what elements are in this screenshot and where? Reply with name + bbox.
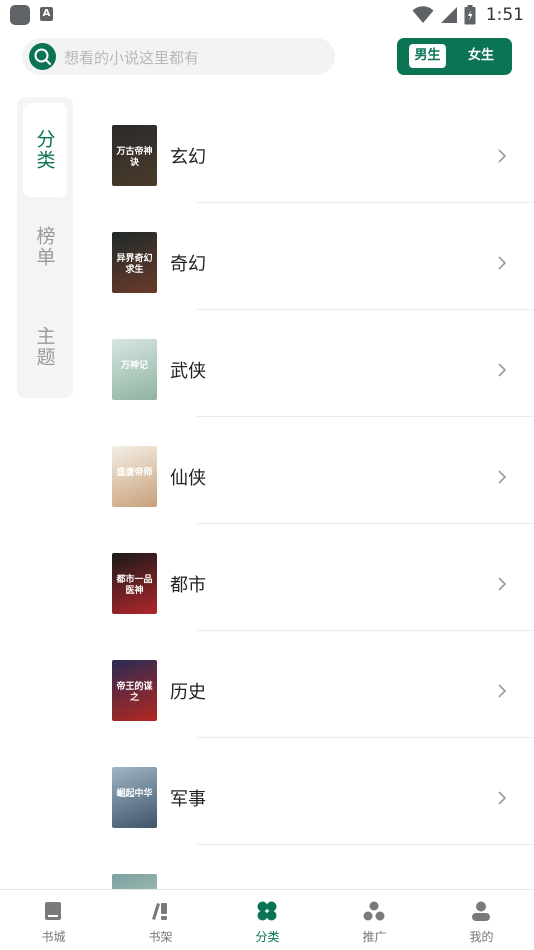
category-row[interactable]: 盛唐帝师 仙侠 [0, 417, 534, 524]
chevron-right-icon [498, 791, 507, 805]
book-cover-image: 帝王的谋之 [112, 660, 157, 721]
nav-bookshelf[interactable]: 书架 [107, 890, 214, 950]
category-row[interactable]: 都市一品医神 都市 [0, 524, 534, 631]
cover-title: 万古帝神诀 [116, 147, 153, 168]
book-cover-image: 万古帝神诀 [112, 125, 157, 186]
cover-title: 异界奇幻求生 [116, 254, 153, 275]
book-cover-image: 万神记 [112, 339, 157, 400]
battery-icon [464, 5, 476, 25]
chevron-right-icon [498, 256, 507, 270]
cover-title: 盛唐帝师 [116, 468, 153, 478]
chevron-right-icon [498, 577, 507, 591]
status-bar: A 1:51 [0, 0, 534, 30]
chevron-right-icon [498, 149, 507, 163]
category-name: 仙侠 [170, 468, 206, 489]
chevron-right-icon [498, 363, 507, 377]
gender-female-button[interactable]: 女生 [465, 44, 497, 68]
signal-icon [440, 7, 457, 23]
status-indicators: 1:51 [412, 3, 524, 27]
cover-title: 帝王的谋之 [116, 682, 153, 703]
gender-toggle: 男生 女生 [397, 38, 512, 75]
category-row[interactable]: 帝王的谋之 历史 [0, 631, 534, 738]
category-name: 军事 [170, 789, 206, 810]
app-notification-icon [10, 5, 30, 25]
user-icon [472, 901, 490, 921]
gender-male-button[interactable]: 男生 [409, 44, 446, 68]
category-icon [257, 901, 277, 921]
nav-label: 推广 [362, 930, 387, 944]
text-notification-icon: A [40, 7, 53, 21]
chevron-right-icon [498, 684, 507, 698]
chevron-right-icon [498, 470, 507, 484]
bottom-nav: 书城 书架 分类 推广 我的 [0, 889, 534, 950]
nav-label: 我的 [469, 930, 494, 944]
cover-title: 万神记 [120, 361, 148, 371]
category-name: 武侠 [170, 361, 206, 382]
bookshelf-icon [152, 903, 167, 920]
book-cover-image: 都市一品医神 [112, 553, 157, 614]
clock: 1:51 [485, 5, 524, 25]
category-row[interactable]: 异界奇幻求生 奇幻 [0, 203, 534, 310]
cover-title: 崛起中华 [116, 789, 153, 799]
category-name: 历史 [170, 682, 206, 703]
category-row[interactable]: 万神记 武侠 [0, 310, 534, 417]
book-cover-image: 崛起中华 [112, 767, 157, 828]
search-bar[interactable]: 想看的小说这里都有 [22, 38, 335, 75]
nav-label: 分类 [255, 930, 280, 944]
search-icon [29, 43, 56, 70]
book-icon [45, 902, 61, 920]
book-cover-image: 盛唐帝师 [112, 446, 157, 507]
nav-profile[interactable]: 我的 [428, 890, 534, 950]
nav-label: 书架 [148, 930, 173, 944]
nav-bookstore[interactable]: 书城 [0, 890, 107, 950]
share-icon [363, 901, 385, 921]
category-name: 玄幻 [170, 147, 206, 168]
nav-category[interactable]: 分类 [214, 890, 321, 950]
cover-title: 都市一品医神 [116, 575, 153, 596]
nav-promote[interactable]: 推广 [321, 890, 428, 950]
category-row[interactable]: 万古帝神诀 玄幻 [0, 96, 534, 203]
nav-label: 书城 [41, 930, 66, 944]
category-row[interactable]: 崛起中华 军事 [0, 738, 534, 845]
category-name: 奇幻 [170, 254, 206, 275]
wifi-icon [412, 6, 434, 23]
category-name: 都市 [170, 575, 206, 596]
search-placeholder[interactable]: 想看的小说这里都有 [64, 47, 199, 68]
book-cover-image: 异界奇幻求生 [112, 232, 157, 293]
